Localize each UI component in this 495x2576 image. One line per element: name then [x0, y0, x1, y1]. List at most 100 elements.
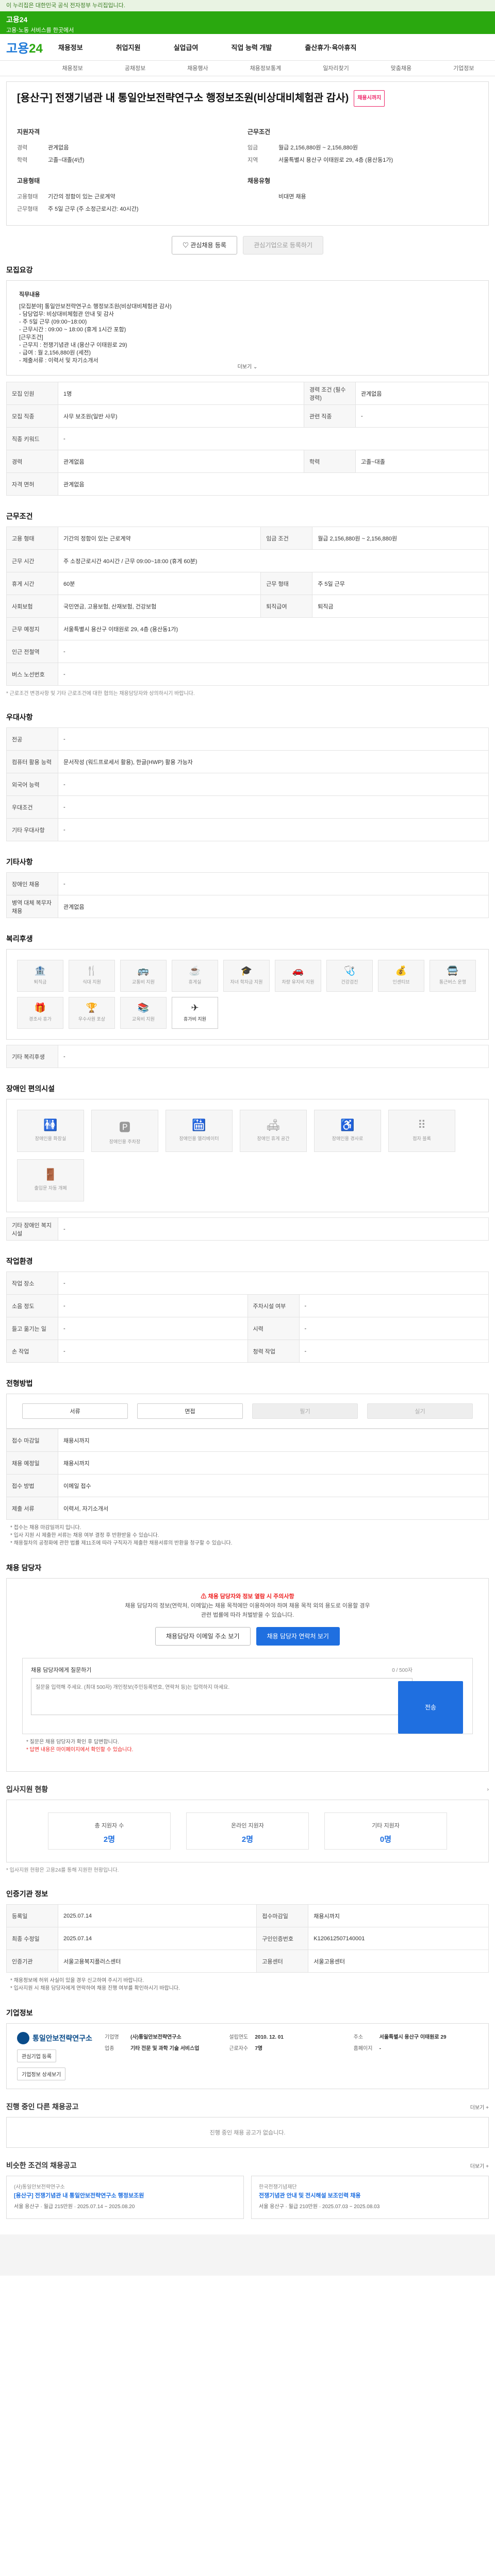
- row-key: 외국어 능력: [6, 773, 58, 796]
- table-row: 모집 인원 1명 경력 조건 (필수 경력) 관계없음: [6, 382, 489, 405]
- row-key: 근무 형태: [260, 572, 313, 595]
- row-key: 임금 조건: [260, 527, 313, 550]
- row-value: 기간의 정함이 있는 근로계약: [57, 527, 261, 550]
- section-title: 채용 담당자: [6, 1564, 42, 1572]
- stat-card: 기타 지원자 0명: [324, 1812, 447, 1850]
- subnav-item[interactable]: 채용정보: [62, 61, 82, 76]
- company-logo: 통일안보전략연구소: [17, 2032, 105, 2044]
- table-row: 소음 정도 - 주차시설 여부 -: [6, 1294, 489, 1317]
- table-row: 직종 키워드 -: [6, 427, 489, 450]
- row-value: 퇴직금: [312, 595, 489, 618]
- section-title: 기업정보: [6, 2009, 33, 2017]
- contact-box: ⚠ 채용 담당자와 정보 열람 시 주의사항 채용 담당자의 정보(연락처, 이…: [6, 1578, 489, 1772]
- row-key: 경력: [6, 450, 58, 473]
- site-logo[interactable]: 고용24: [6, 38, 43, 56]
- nav-item-jobs[interactable]: 채용정보: [58, 42, 83, 52]
- welfare-icon: 🚍: [447, 965, 459, 976]
- facility-item: ♿ 장애인용 경사로: [314, 1110, 381, 1152]
- subnav-item[interactable]: 채용행사: [187, 61, 208, 76]
- desc-line: - 근무시간 : 09:00 ~ 18:00 (휴게 1시간 포함): [19, 327, 126, 333]
- section-title: 작업환경: [6, 1257, 33, 1265]
- table-row: 모집 직종 사무 보조원(일반 사무) 관련 직종 -: [6, 404, 489, 428]
- empty-message: 진행 중인 채용 공고가 없습니다.: [6, 2117, 489, 2148]
- row-key: 기타 복리후생: [6, 1045, 58, 1068]
- card-company: (사)통일안보전략연구소: [14, 2184, 65, 2190]
- info-notes: * 채용정보에 허위 사실이 있을 경우 신고하여 주시기 바랍니다. * 입사…: [6, 1977, 489, 1992]
- subnav-item[interactable]: 공채정보: [125, 61, 145, 76]
- welfare-label: 차량 유지비 지원: [282, 979, 315, 985]
- nav-item-leave[interactable]: 출산휴가·육아휴직: [305, 42, 356, 52]
- add-interest-button[interactable]: ♡ 관심채용 등록: [171, 236, 237, 255]
- subnav-item[interactable]: 맞춤채용: [391, 61, 411, 76]
- row-value: -: [58, 1340, 248, 1363]
- footer: [0, 2234, 495, 2276]
- row-key: 자격 면허: [6, 472, 58, 496]
- subnav-item[interactable]: 기업정보: [453, 61, 474, 76]
- table-row: 근무 시간 주 소정근로시간 40시간 / 근무 09:00~18:00 (휴게 …: [6, 549, 489, 572]
- more-link[interactable]: ›: [487, 1787, 489, 1792]
- job-summary: 지원자격 경력 관계없음 학력 고졸~대졸(4년) 고용형태 고용형태 기간의 정함이…: [17, 127, 478, 217]
- similar-job-card[interactable]: 한국전쟁기념재단 전쟁기념관 안내 및 전시해설 보조인력 채용 서울 용산구 …: [251, 2176, 489, 2219]
- prefer-table: 전공 - 컴퓨터 활용 능력 문서작성 (워드프로세서 활용), 한글(HWP) 활용…: [6, 727, 489, 841]
- interest-buttons: ♡ 관심채용 등록 관심기업으로 등록하기: [0, 236, 495, 255]
- company-logo-box: 통일안보전략연구소 관심기업 등록 기업정보 상세보기: [17, 2032, 105, 2080]
- similar-jobs: (사)통일안보전략연구소 [용산구] 전쟁기념관 내 통일안보전략연구소 행정보…: [6, 2176, 489, 2219]
- row-key: 인증기관: [6, 1950, 58, 1973]
- gov-notice-bar: 이 누리집은 대한민국 공식 전자정부 누리집입니다.: [0, 0, 495, 11]
- facilities-box: 🚻 장애인용 화장실 🅿 장애인용 주차장 🛗 장애인용 엘리베이터 🛋 장애인 휴게 공간 ♿…: [6, 1099, 489, 1212]
- show-phone-button[interactable]: 채용 담당자 연락처 보기: [256, 1627, 340, 1646]
- row-key: 컴퓨터 활용 능력: [6, 750, 58, 773]
- process-steps: 서류 면접 필기 실기: [6, 1394, 489, 1429]
- row-value: 관계없음: [58, 472, 489, 496]
- row-key: 사회보험: [6, 595, 58, 618]
- deadline-badge: 채용시까지: [354, 90, 385, 107]
- card-title[interactable]: [용산구] 전쟁기념관 내 통일안보전략연구소 행정보조원: [14, 2192, 236, 2200]
- welfare-item: 🍴 식대 지원: [69, 960, 115, 992]
- question-title: 채용 담당자에게 질문하기: [31, 1667, 92, 1673]
- row-key: 버스 노선번호: [6, 663, 58, 686]
- table-row: 들고 옮기는 일 - 시력 -: [6, 1317, 489, 1340]
- welfare-icon: 🎁: [34, 1003, 46, 1013]
- table-row: 외국어 능력 -: [6, 773, 489, 796]
- row-value: 이메일 접수: [58, 1474, 489, 1497]
- welfare-item: 🏆 우수사원 포상: [69, 997, 115, 1029]
- row-key: 들고 옮기는 일: [6, 1317, 58, 1340]
- workplace-table: 작업 장소 - 소음 정도 - 주차시설 여부 - 들고 옮기는 일 - 시력 - 손 작업 - 청력 …: [6, 1272, 489, 1363]
- welfare-icon: 🩺: [343, 965, 356, 976]
- welfare-item: ☕ 휴게실: [172, 960, 218, 992]
- more-link[interactable]: 더보기 +: [470, 2103, 489, 2111]
- process-step: 면접: [137, 1403, 243, 1419]
- subnav-item[interactable]: 일자리찾기: [323, 61, 349, 76]
- send-question-button[interactable]: 전송: [398, 1681, 463, 1734]
- nav-item-training[interactable]: 직업 능력 개발: [231, 42, 272, 52]
- more-link[interactable]: 더보기 ⌄: [7, 363, 488, 371]
- welfare-label: 교육비 지원: [132, 1016, 155, 1022]
- welfare-item: 🚗 차량 유지비 지원: [275, 960, 321, 992]
- table-row: 접수 방법 이메일 접수: [6, 1474, 489, 1497]
- row-key: 근무 시간: [6, 549, 58, 572]
- company-detail-button[interactable]: 기업정보 상세보기: [17, 2067, 66, 2080]
- nav-item-benefit[interactable]: 실업급여: [174, 42, 199, 52]
- row-key: 채용 예정일: [6, 1451, 58, 1475]
- row-key: 청력 작업: [247, 1340, 300, 1363]
- row-key: 모집 인원: [6, 382, 58, 405]
- nav-item-support[interactable]: 취업지원: [116, 42, 141, 52]
- card-title[interactable]: 전쟁기념관 안내 및 전시해설 보조인력 채용: [259, 2192, 481, 2200]
- row-value: -: [299, 1317, 489, 1340]
- warning-text: ⚠ 채용 담당자와 정보 열람 시 주의사항: [201, 1594, 294, 1600]
- row-value: -: [58, 1294, 248, 1317]
- more-link[interactable]: 더보기 +: [470, 2162, 489, 2170]
- add-interest-company-button[interactable]: 관심기업 등록: [17, 2049, 56, 2062]
- welfare-label: 휴가비 지원: [184, 1016, 206, 1022]
- facility-icon: ⠿: [417, 1118, 426, 1131]
- kv-value: 관계없음: [48, 145, 69, 151]
- add-interest-company-button[interactable]: 관심기업으로 등록하기: [243, 236, 323, 255]
- question-input[interactable]: [31, 1678, 412, 1715]
- row-value: 서울고용복지플러스센터: [57, 1950, 257, 1973]
- facility-icon: 🛗: [192, 1118, 206, 1131]
- kv-key: 고용형태: [17, 194, 38, 200]
- similar-job-card[interactable]: (사)통일안보전략연구소 [용산구] 전쟁기념관 내 통일안보전략연구소 행정보…: [6, 2176, 244, 2219]
- subnav-item[interactable]: 채용정보통계: [250, 61, 282, 76]
- show-email-button[interactable]: 채용담당자 이메일 주소 보기: [155, 1627, 251, 1646]
- welfare-item: 💰 인센티브: [378, 960, 424, 992]
